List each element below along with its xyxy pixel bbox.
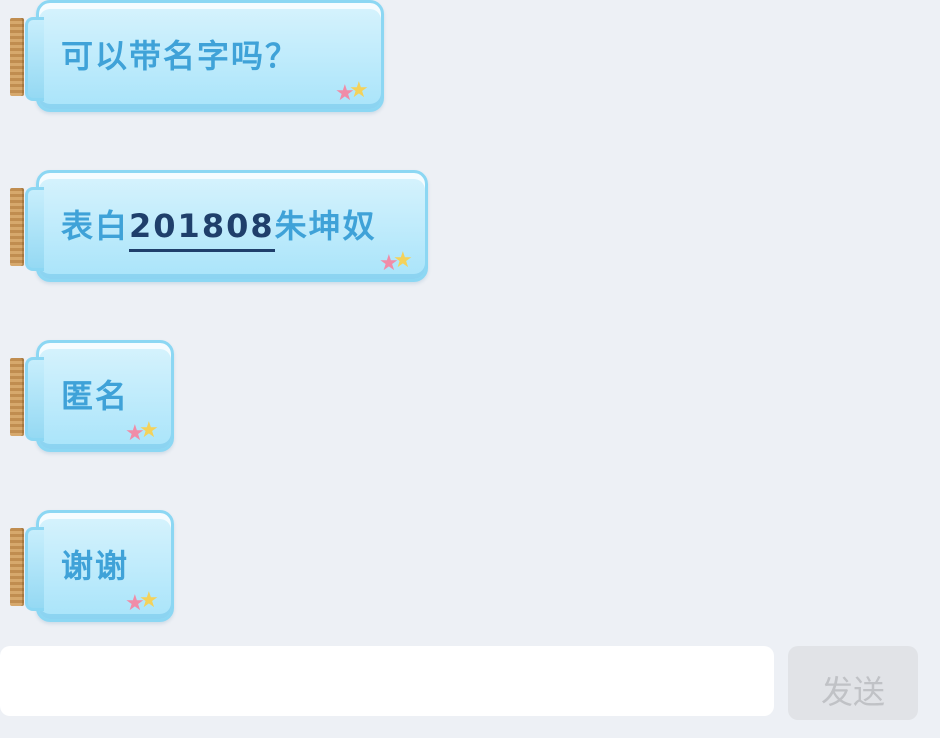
cork-decoration xyxy=(10,358,24,436)
send-button[interactable]: 发送 xyxy=(788,646,918,720)
bottle-bubble[interactable]: 可以带名字吗？ ★ ★ xyxy=(25,0,384,112)
cork-decoration xyxy=(10,188,24,266)
message-text-prefix: 表白 xyxy=(61,207,130,245)
cork-decoration xyxy=(10,18,24,96)
message-text: 匿名 xyxy=(61,377,130,415)
message-text: 表白201808朱坤奴 xyxy=(61,173,377,279)
star-icon: ★ ★ xyxy=(125,588,159,616)
cork-decoration xyxy=(10,528,24,606)
star-icon: ★ ★ xyxy=(379,248,413,276)
star-icon: ★ ★ xyxy=(335,78,369,106)
bottle-bubble[interactable]: 谢谢 ★ ★ xyxy=(25,510,174,622)
message-input[interactable] xyxy=(0,646,774,716)
message-number-link[interactable]: 201808 xyxy=(129,207,275,252)
message-text: 谢谢 xyxy=(61,547,130,585)
chat-message-list[interactable]: 可以带名字吗？ ★ ★ 表白201808朱坤奴 ★ ★ 匿名 ★ ★ 谢谢 ★ … xyxy=(0,0,940,646)
star-icon: ★ ★ xyxy=(125,418,159,446)
bottle-bubble[interactable]: 表白201808朱坤奴 ★ ★ xyxy=(25,170,428,282)
input-bar: 发送 xyxy=(0,646,940,720)
message-text: 可以带名字吗？ xyxy=(61,37,300,75)
bottle-bubble[interactable]: 匿名 ★ ★ xyxy=(25,340,174,452)
message-text-suffix: 朱坤奴 xyxy=(274,207,377,245)
